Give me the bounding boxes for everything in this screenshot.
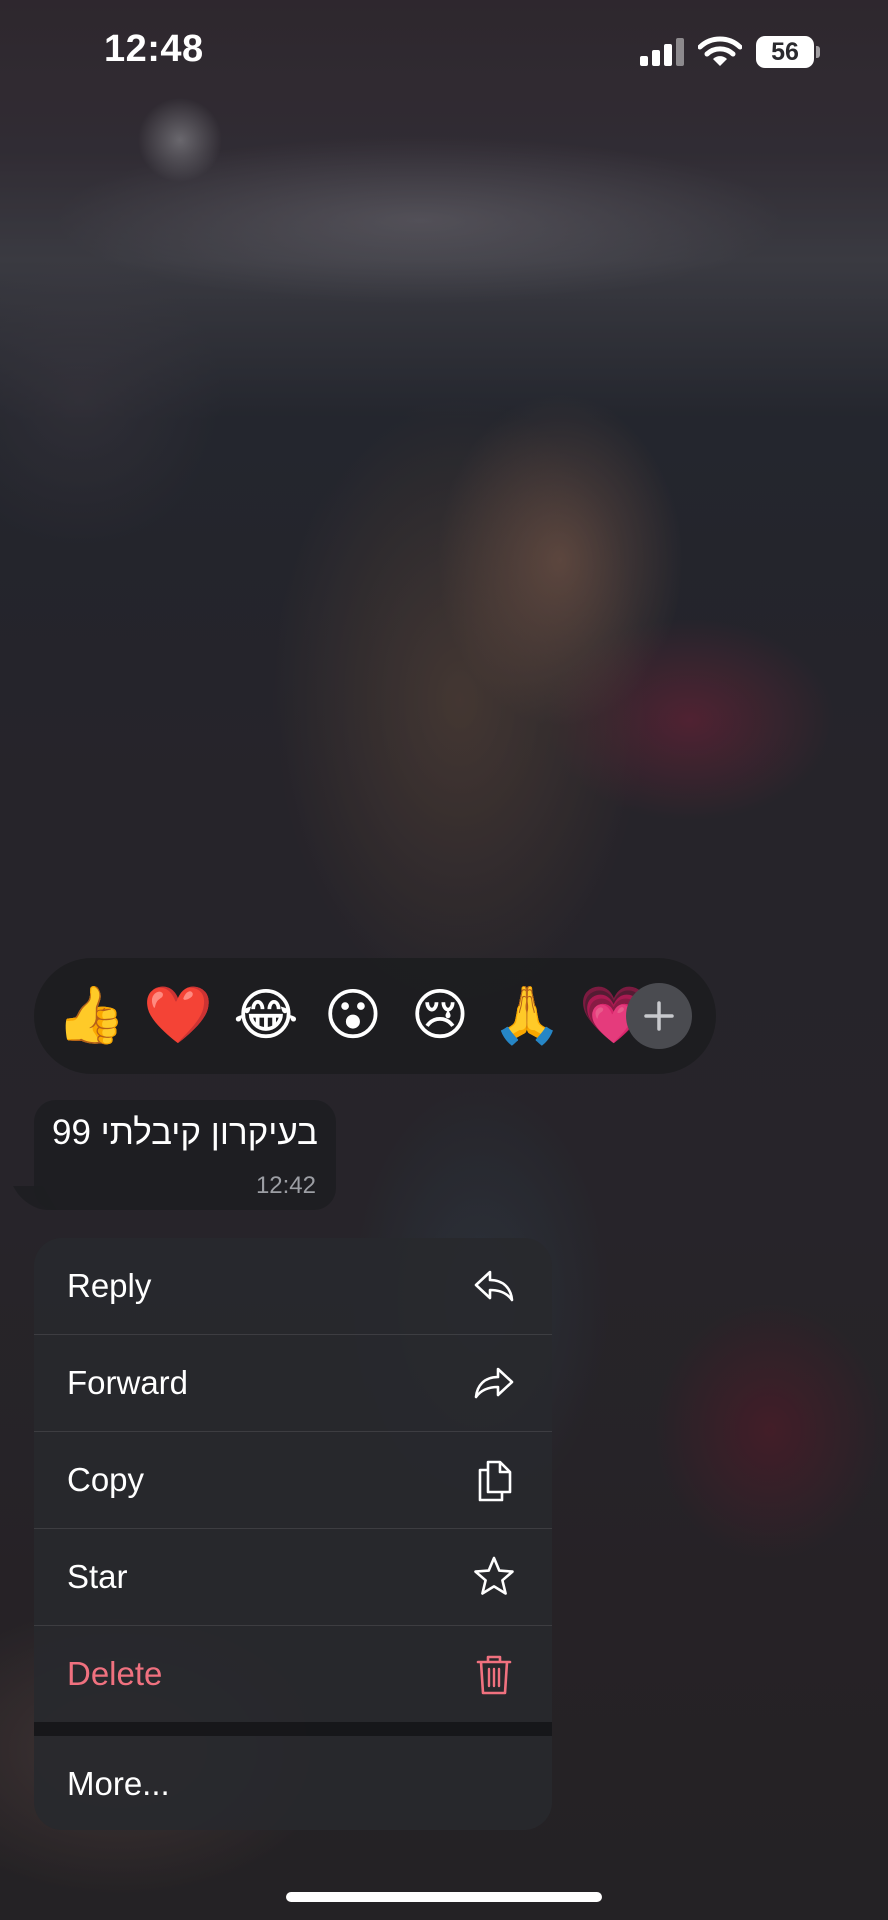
menu-item-label: Forward	[67, 1364, 189, 1401]
reaction-bar: 👍 ❤️ 😂 😮 😢 🙏 💗	[34, 958, 716, 1074]
reaction-laughing[interactable]: 😂	[231, 984, 301, 1048]
battery-indicator: 56	[756, 36, 814, 68]
message-text: בעיקרון קיבלתי 99	[52, 1113, 318, 1152]
forward-icon	[470, 1359, 518, 1407]
cellular-signal-icon	[640, 38, 686, 66]
menu-item-delete[interactable]: Delete	[34, 1626, 552, 1722]
menu-item-label: Star	[67, 1558, 128, 1595]
star-icon	[470, 1553, 518, 1601]
wifi-icon	[697, 36, 743, 68]
reaction-thumbs-up[interactable]: 👍	[56, 984, 126, 1048]
home-indicator[interactable]	[286, 1892, 602, 1902]
message-context-menu: Reply Forward Copy Star Delete More...	[34, 1238, 552, 1830]
menu-item-reply[interactable]: Reply	[34, 1238, 552, 1334]
menu-item-star[interactable]: Star	[34, 1529, 552, 1625]
menu-item-label: Reply	[67, 1267, 152, 1304]
reply-icon	[470, 1262, 518, 1310]
reaction-heart[interactable]: ❤️	[143, 984, 213, 1048]
menu-section-divider	[34, 1722, 552, 1736]
message-timestamp: 12:42	[255, 1172, 316, 1199]
more-reactions-button[interactable]	[626, 983, 692, 1049]
reaction-crying[interactable]: 😢	[405, 984, 475, 1048]
plus-icon	[644, 1001, 674, 1031]
menu-item-label: More...	[67, 1765, 170, 1802]
menu-item-label: Delete	[67, 1655, 163, 1692]
battery-nub	[816, 46, 820, 58]
menu-item-more[interactable]: More...	[34, 1736, 552, 1830]
copy-icon	[470, 1456, 518, 1504]
trash-icon	[470, 1650, 518, 1698]
reaction-surprised[interactable]: 😮	[318, 984, 388, 1048]
reaction-praying-hands[interactable]: 🙏	[492, 984, 562, 1048]
menu-item-copy[interactable]: Copy	[34, 1432, 552, 1528]
status-time: 12:48	[104, 28, 204, 70]
menu-item-forward[interactable]: Forward	[34, 1335, 552, 1431]
menu-item-label: Copy	[67, 1461, 145, 1498]
